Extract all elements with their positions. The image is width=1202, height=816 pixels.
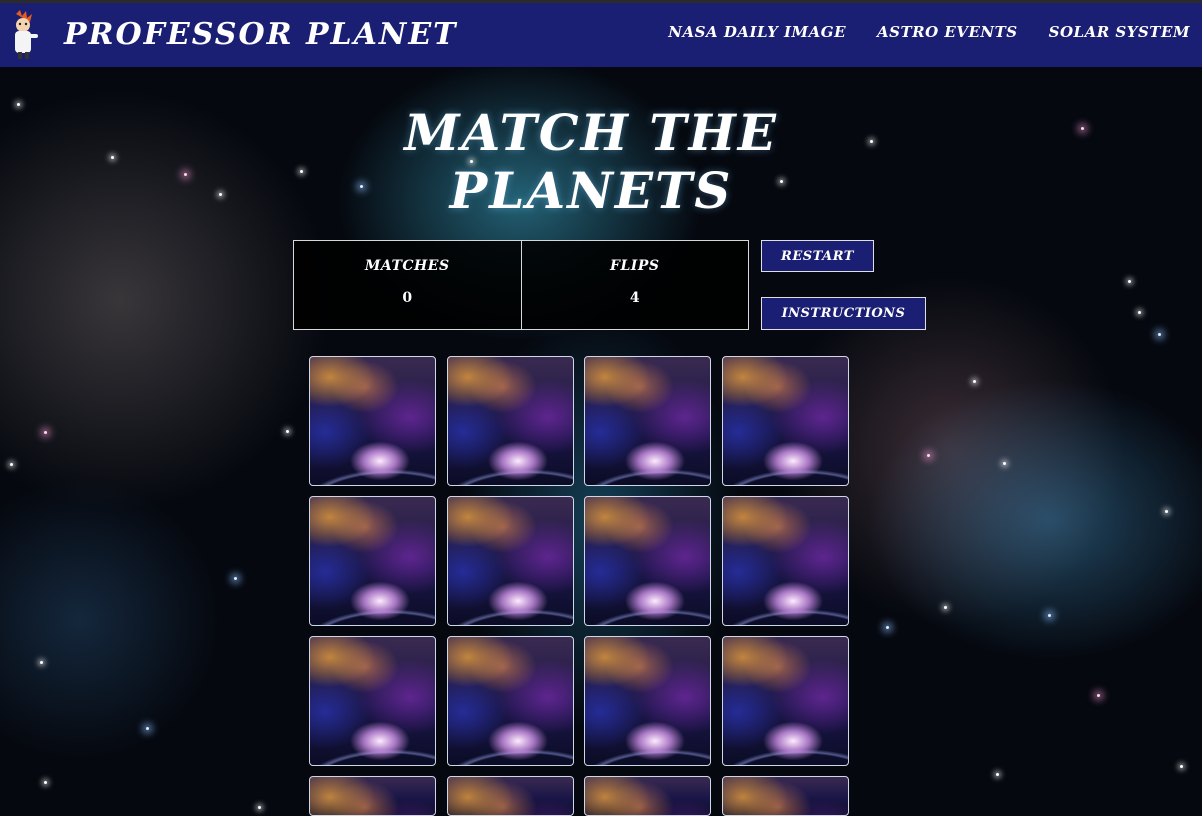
memory-card[interactable] bbox=[447, 356, 574, 486]
matches-panel: MATCHES 0 bbox=[294, 241, 521, 329]
site-brand[interactable]: PROFESSOR PLANET bbox=[64, 15, 458, 55]
memory-card[interactable] bbox=[584, 776, 711, 816]
matches-label: MATCHES bbox=[364, 258, 450, 274]
memory-card[interactable] bbox=[447, 636, 574, 766]
main-nav: NASA DAILY IMAGE ASTRO EVENTS SOLAR SYST… bbox=[668, 23, 1190, 41]
restart-button[interactable]: RESTART bbox=[761, 240, 874, 272]
memory-card[interactable] bbox=[447, 776, 574, 816]
title-line-2: PLANETS bbox=[449, 161, 733, 220]
memory-card[interactable] bbox=[309, 776, 436, 816]
matches-count: 0 bbox=[402, 290, 413, 306]
nav-solar-system[interactable]: SOLAR SYSTEM bbox=[1049, 23, 1190, 41]
memory-card[interactable] bbox=[309, 636, 436, 766]
nav-astro-events[interactable]: ASTRO EVENTS bbox=[877, 23, 1018, 41]
memory-card[interactable] bbox=[309, 496, 436, 626]
site-header: PROFESSOR PLANET NASA DAILY IMAGE ASTRO … bbox=[0, 0, 1202, 67]
scoreboard: MATCHES 0 FLIPS 4 bbox=[293, 240, 749, 330]
instructions-button[interactable]: INSTRUCTIONS bbox=[761, 297, 926, 330]
professor-logo[interactable] bbox=[6, 10, 42, 60]
memory-card[interactable] bbox=[722, 636, 849, 766]
flips-panel: FLIPS 4 bbox=[520, 241, 749, 329]
flips-label: FLIPS bbox=[610, 258, 660, 274]
title-line-1: MATCH THE bbox=[404, 103, 778, 162]
memory-card[interactable] bbox=[584, 356, 711, 486]
memory-card[interactable] bbox=[722, 356, 849, 486]
memory-card[interactable] bbox=[722, 496, 849, 626]
memory-card[interactable] bbox=[309, 356, 436, 486]
page-title: MATCH THE PLANETS bbox=[351, 104, 831, 220]
flips-count: 4 bbox=[629, 290, 640, 306]
memory-card[interactable] bbox=[584, 636, 711, 766]
memory-card[interactable] bbox=[722, 776, 849, 816]
nav-nasa-daily-image[interactable]: NASA DAILY IMAGE bbox=[668, 23, 846, 41]
memory-card[interactable] bbox=[447, 496, 574, 626]
memory-card[interactable] bbox=[584, 496, 711, 626]
